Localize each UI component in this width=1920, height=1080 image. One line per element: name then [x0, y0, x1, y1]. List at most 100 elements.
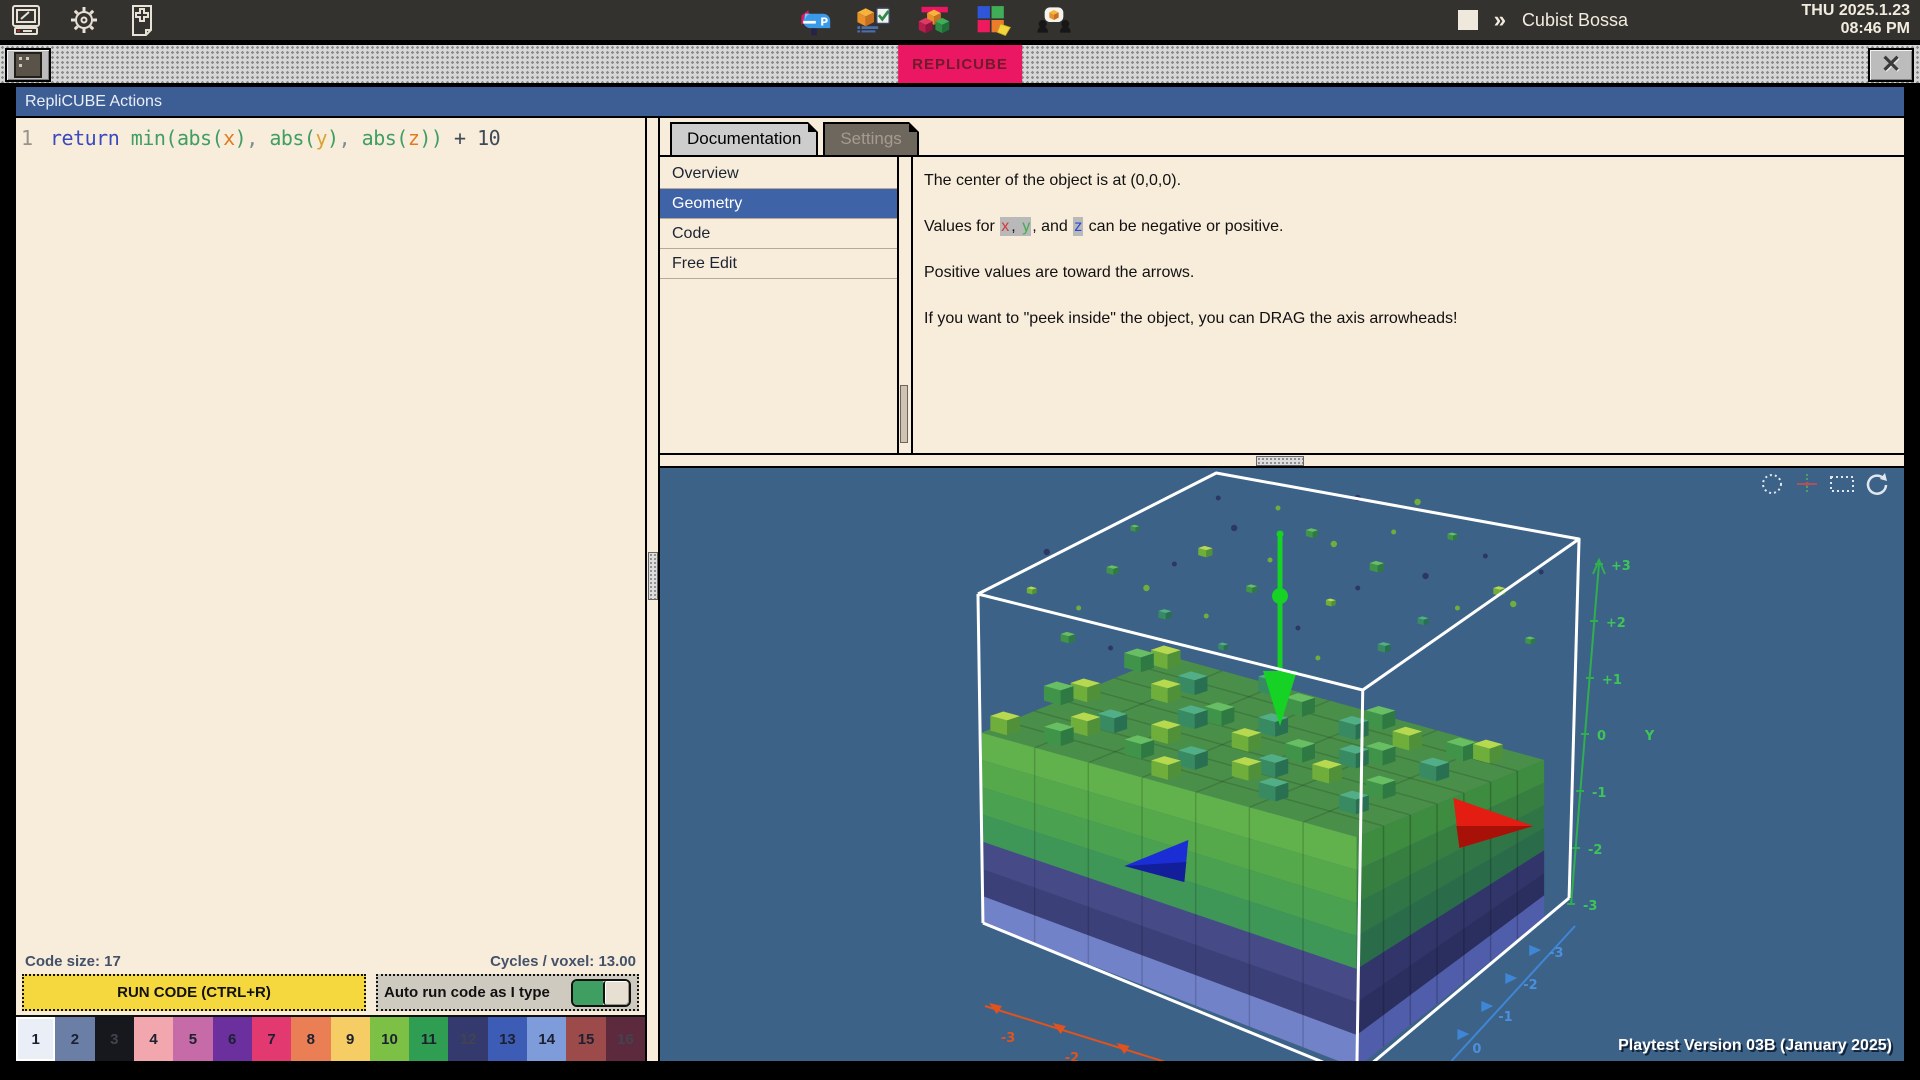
- splitter-grip[interactable]: [648, 552, 658, 600]
- code-token: min(abs(: [131, 126, 223, 150]
- palette-swatch-10[interactable]: 10: [370, 1017, 409, 1061]
- code-token: ): [235, 126, 247, 150]
- palette-swatch-4[interactable]: 4: [134, 1017, 173, 1061]
- doc-paragraph: If you want to "peek inside" the object,…: [923, 309, 1890, 328]
- swatch-number: 15: [578, 1031, 595, 1048]
- palette-swatch-7[interactable]: 7: [252, 1017, 291, 1061]
- date-label: THU 2025.1.23: [1801, 2, 1910, 20]
- palette-swatch-3[interactable]: 3: [95, 1017, 134, 1061]
- palette-swatch-9[interactable]: 9: [331, 1017, 370, 1061]
- close-icon: ✕: [1881, 53, 1901, 77]
- y-tick-label: -2: [1588, 843, 1602, 858]
- doc-segment: If you want to "peek inside" the object,…: [923, 309, 1458, 328]
- docs-nav-code[interactable]: Code: [660, 219, 897, 249]
- bounds-icon[interactable]: [1829, 471, 1855, 497]
- tab-settings[interactable]: Settings: [823, 122, 918, 155]
- replicube-tab[interactable]: REPLICUBE: [898, 45, 1022, 83]
- vertical-splitter[interactable]: [647, 118, 660, 1061]
- tab-documentation[interactable]: Documentation: [670, 122, 818, 155]
- docs-nav-overview[interactable]: Overview: [660, 159, 897, 189]
- window-title: RepliCUBE Actions: [25, 93, 162, 111]
- doc-paragraph: The center of the object is at (0,0,0).: [923, 171, 1890, 190]
- axes-icon[interactable]: [1794, 471, 1820, 497]
- swatch-number: 8: [307, 1031, 315, 1048]
- palette-swatch-15[interactable]: 15: [566, 1017, 605, 1061]
- swatch-number: 4: [149, 1031, 157, 1048]
- autorun-group: Auto run code as I type: [376, 974, 639, 1011]
- new-file-icon[interactable]: [124, 2, 160, 38]
- version-label: Playtest Version 03B (January 2025): [1618, 1037, 1892, 1055]
- code-token: y: [315, 126, 327, 150]
- voxel-scene: +3 +2 +1 0 -1 -2 -3 Y: [660, 468, 1904, 1061]
- x-tick-label: -3: [1001, 1031, 1015, 1046]
- code-token: abs(: [362, 126, 408, 150]
- z-tick-label: 0: [1472, 1042, 1481, 1057]
- code-token: x: [223, 126, 235, 150]
- palette-swatch-5[interactable]: 5: [173, 1017, 212, 1061]
- swatch-number: 2: [71, 1031, 79, 1048]
- chat-cube-icon[interactable]: [1036, 2, 1072, 38]
- window-menu-button[interactable]: [5, 48, 51, 82]
- y-tick-label: +1: [1602, 673, 1622, 688]
- palette-swatch-2[interactable]: 2: [55, 1017, 94, 1061]
- code-token: ,: [339, 126, 362, 150]
- swatch-number: 6: [228, 1031, 236, 1048]
- palette-swatch-11[interactable]: 11: [409, 1017, 448, 1061]
- swatch-number: 16: [617, 1031, 634, 1048]
- scrollbar-thumb[interactable]: [900, 385, 908, 443]
- autorun-toggle[interactable]: [571, 979, 631, 1007]
- code-editor[interactable]: 1 return min(abs(x), abs(y), abs(z)) + 1…: [16, 118, 645, 948]
- reset-rotation-icon[interactable]: [1864, 471, 1890, 497]
- window-titlebar[interactable]: REPLICUBE ✕: [0, 45, 1920, 85]
- code-token: z: [408, 126, 420, 150]
- close-button[interactable]: ✕: [1868, 48, 1914, 82]
- x-tick-label: -2: [1065, 1051, 1079, 1061]
- doc-segment: z: [1073, 217, 1083, 236]
- code-token: + 10: [442, 126, 500, 150]
- horizontal-splitter[interactable]: [660, 453, 1904, 468]
- palette-swatch-6[interactable]: 6: [213, 1017, 252, 1061]
- run-code-button[interactable]: RUN CODE (CTRL+R): [22, 974, 366, 1011]
- desktop-topbar: P: [0, 0, 1920, 40]
- code-size-label: Code size: 17: [25, 953, 121, 970]
- orbit-icon[interactable]: [1759, 471, 1785, 497]
- code-editor-panel: 1 return min(abs(x), abs(y), abs(z)) + 1…: [16, 118, 647, 1061]
- doc-paragraph: Values for x, y, and z can be negative o…: [923, 217, 1890, 236]
- swatch-number: 14: [538, 1031, 555, 1048]
- palette-grid-icon[interactable]: [976, 2, 1012, 38]
- y-tick-label: +3: [1611, 559, 1631, 574]
- doc-segment: Positive values are toward the arrows.: [923, 263, 1195, 282]
- swatch-number: 13: [499, 1031, 516, 1048]
- mailbox-icon[interactable]: P: [796, 2, 832, 38]
- z-tick-label: -1: [1498, 1010, 1512, 1025]
- doc-segment: , and: [1031, 217, 1073, 236]
- docs-nav-geometry[interactable]: Geometry: [660, 189, 897, 219]
- viewport-toolbar: [1759, 471, 1890, 497]
- palette-swatch-13[interactable]: 13: [488, 1017, 527, 1061]
- docs-nav-free-edit[interactable]: Free Edit: [660, 249, 897, 279]
- gear-icon[interactable]: [66, 2, 102, 38]
- next-track-icon[interactable]: »: [1494, 10, 1506, 30]
- docs-divider[interactable]: [897, 157, 913, 453]
- task-check-icon[interactable]: [856, 2, 892, 38]
- voxel-viewport[interactable]: +3 +2 +1 0 -1 -2 -3 Y: [660, 468, 1904, 1061]
- palette-swatch-12[interactable]: 12: [448, 1017, 487, 1061]
- docs-text: The center of the object is at (0,0,0). V…: [913, 157, 1904, 453]
- clock: THU 2025.1.23 08:46 PM: [1801, 2, 1910, 38]
- doc-paragraph: Positive values are toward the arrows.: [923, 263, 1890, 282]
- swatch-number: 11: [421, 1031, 437, 1048]
- code-token: abs(: [269, 126, 315, 150]
- window-frame: RepliCUBE Actions 1 return min(abs(x), a…: [14, 85, 1906, 1063]
- toggle-knob: [603, 981, 629, 1005]
- toggle-on-track: [573, 981, 603, 1005]
- stop-icon[interactable]: [1458, 10, 1478, 30]
- autorun-label: Auto run code as I type: [384, 984, 550, 1001]
- y-axis-name: Y: [1644, 729, 1655, 744]
- palette-swatch-16[interactable]: 16: [606, 1017, 645, 1061]
- splitter-grip[interactable]: [1256, 456, 1304, 466]
- cubes-icon[interactable]: [916, 2, 952, 38]
- palette-swatch-8[interactable]: 8: [291, 1017, 330, 1061]
- palette-swatch-14[interactable]: 14: [527, 1017, 566, 1061]
- palette-swatch-1[interactable]: 1: [16, 1017, 55, 1061]
- computer-icon[interactable]: [8, 2, 44, 38]
